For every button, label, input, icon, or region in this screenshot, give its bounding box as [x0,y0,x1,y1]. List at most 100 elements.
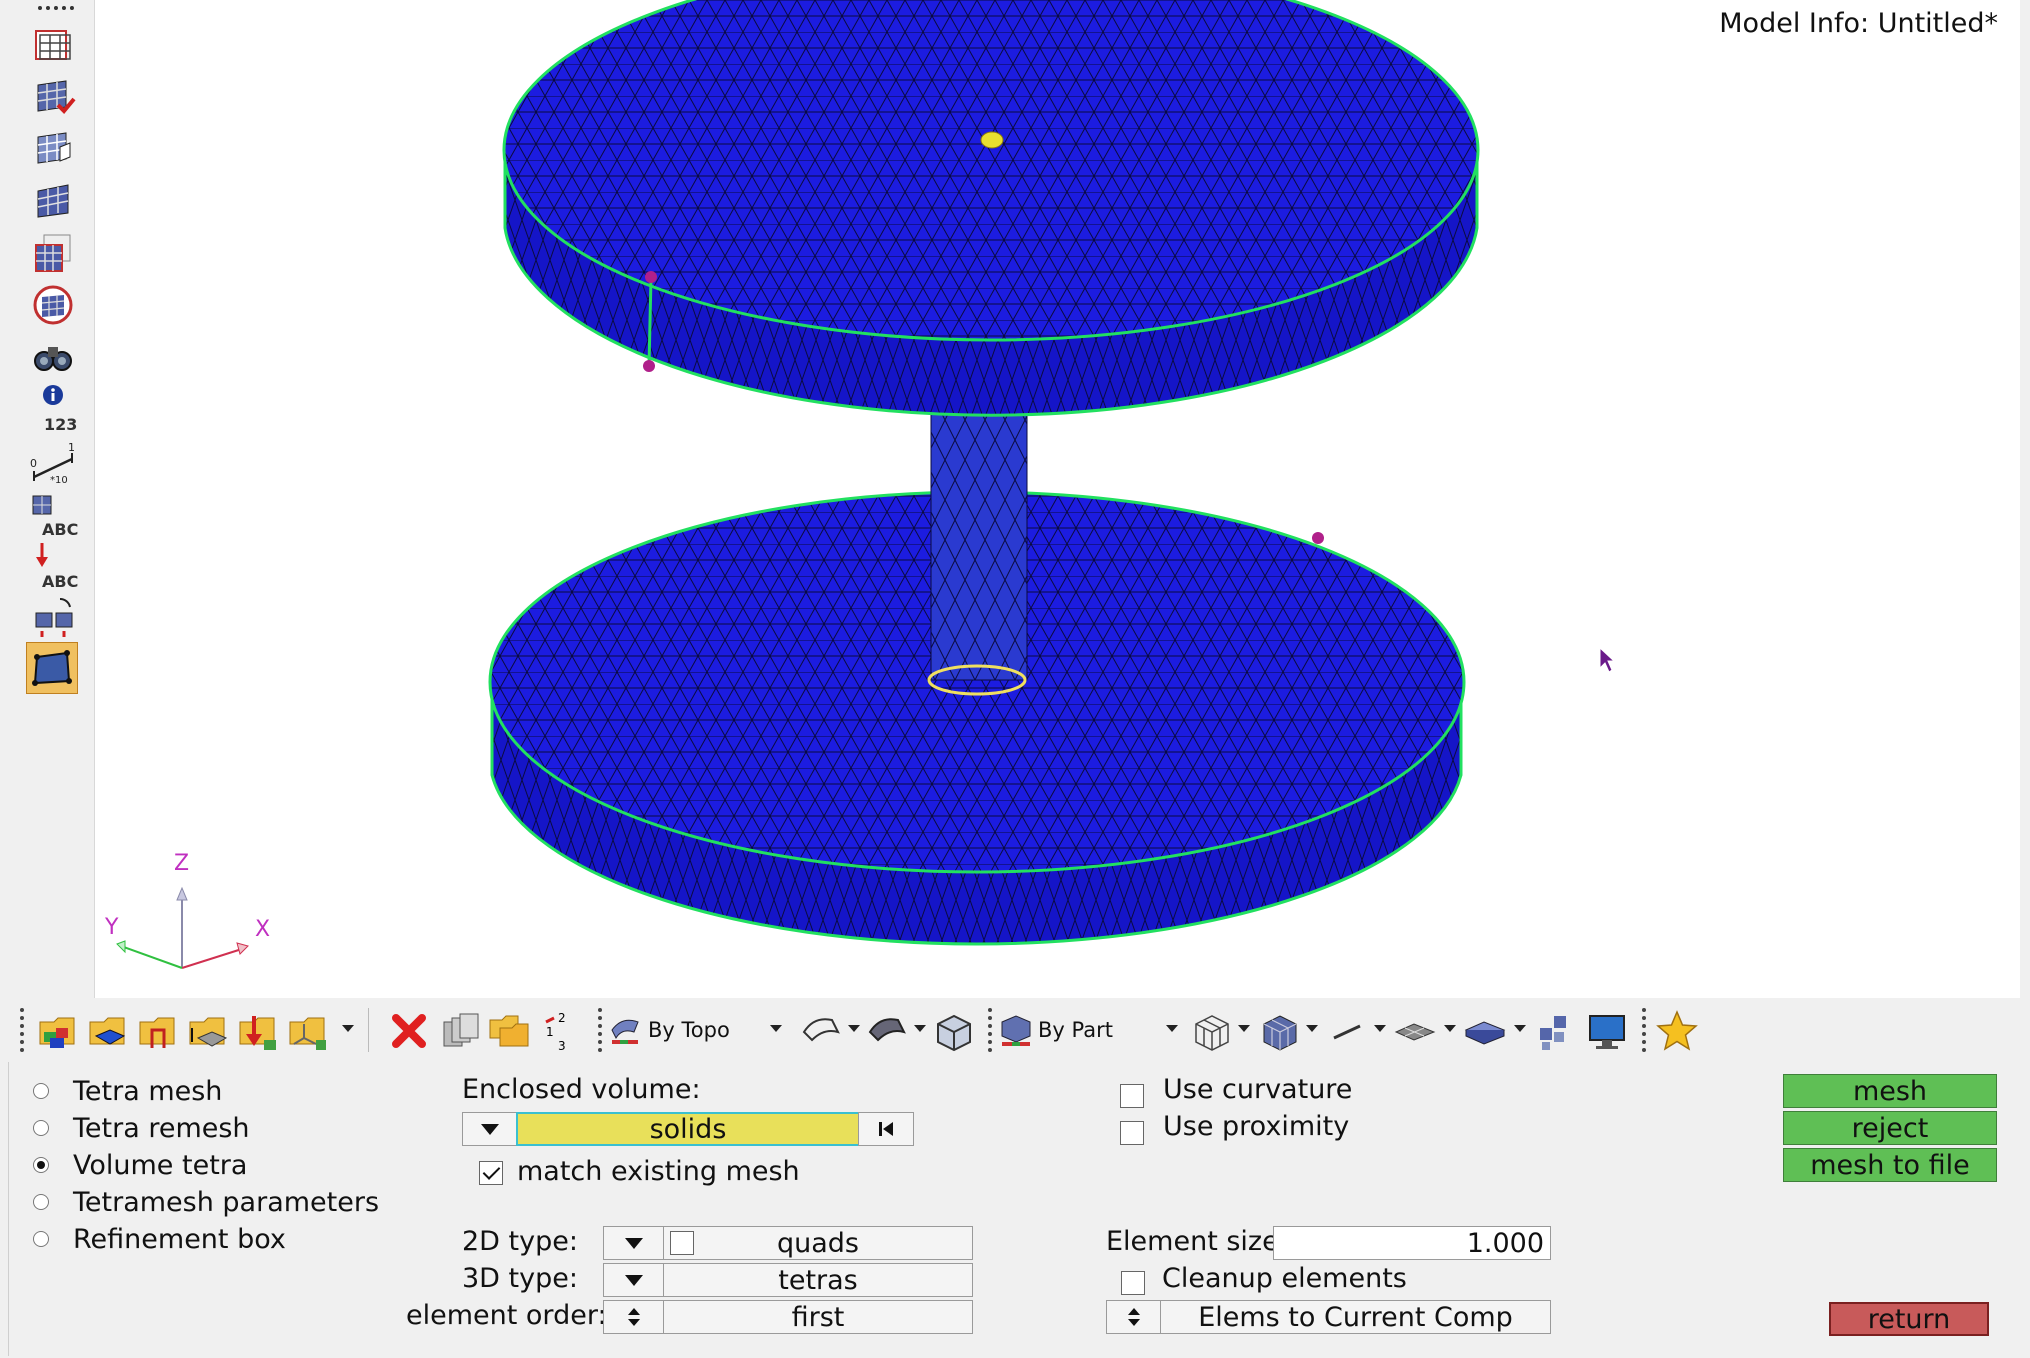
2d-element-icon[interactable] [1392,1008,1438,1054]
reset-selection-button[interactable] [858,1112,914,1146]
graphics-viewport[interactable]: Model Info: Untitled* Z Y X [95,0,2020,998]
systems-dropdown-caret[interactable] [342,1025,354,1032]
renumber-icon[interactable]: 213 [536,1008,582,1054]
toolbar-grip[interactable] [20,1008,24,1052]
1d-element-icon[interactable] [1324,1008,1370,1054]
shaded-dropdown-caret[interactable] [914,1025,926,1032]
axis-triad[interactable]: Z Y X [104,851,270,969]
mesh-edit-icon[interactable] [26,230,80,276]
chevron-down-icon [625,1274,643,1286]
elems-destination-toggle[interactable] [1106,1300,1162,1334]
toolbar-grip[interactable] [38,6,74,16]
abc-label-2[interactable]: ABC [42,572,78,591]
systems-icon[interactable] [284,1008,330,1054]
favorites-star-icon[interactable] [1654,1008,1700,1054]
shaded-elements-icon[interactable] [1256,1008,1302,1054]
entity-type-dropdown[interactable] [462,1112,518,1146]
wireframe-elements-caret[interactable] [1238,1025,1250,1032]
shaded-elements-caret[interactable] [1306,1025,1318,1032]
match-existing-mesh-checkbox[interactable] [479,1161,503,1185]
red-arrow-icon[interactable] [26,540,88,570]
element-color-combo[interactable]: By Part [998,1010,1168,1050]
2d-type-checkbox[interactable] [670,1231,694,1255]
cleanup-elements-checkbox[interactable] [1121,1271,1145,1295]
copy-folders-icon[interactable] [486,1008,532,1054]
shaded-geometry-icon[interactable] [864,1008,910,1054]
mesh-grid-icon[interactable] [26,178,80,224]
toolbar-grip[interactable] [1642,1008,1646,1052]
3d-element-caret[interactable] [1514,1025,1526,1032]
radio-tetra-remesh[interactable]: Tetra remesh [33,1111,250,1145]
toolbar-grip[interactable] [988,1008,992,1052]
top-disk[interactable] [502,0,1480,417]
2d-type-dropdown[interactable] [603,1226,665,1260]
element-size-input[interactable]: 1.000 [1273,1226,1551,1260]
use-proximity-checkbox[interactable] [1120,1121,1144,1145]
radio-indicator-selected[interactable] [33,1157,49,1173]
measure-scale-icon[interactable]: 1 0 *10 [26,440,80,486]
mesh-quality-icon[interactable] [26,126,80,172]
mesh-button[interactable]: mesh [1783,1074,1997,1108]
radio-indicator[interactable] [33,1083,49,1099]
reject-button[interactable]: reject [1783,1111,1997,1145]
radio-indicator[interactable] [33,1231,49,1247]
organize-icon[interactable] [436,1008,482,1054]
radio-tetra-mesh[interactable]: Tetra mesh [33,1074,222,1108]
abc-label-1[interactable]: ABC [42,520,78,539]
wireframe-dropdown-caret[interactable] [848,1025,860,1032]
element-shrink-icon[interactable] [1532,1008,1578,1054]
solids-selector[interactable]: solids [516,1112,860,1146]
mesh-to-file-button[interactable]: mesh to file [1783,1148,1997,1182]
3d-type-value-field[interactable]: tetras [663,1263,973,1297]
binoculars-icon[interactable] [26,334,80,380]
load-collectors-icon[interactable] [134,1008,180,1054]
wireframe-geometry-icon[interactable] [798,1008,844,1054]
reorder-icon[interactable] [26,592,80,638]
mouse-cursor-icon [1599,646,1616,673]
mesh-circle-icon[interactable] [26,282,80,328]
return-button[interactable]: return [1829,1302,1989,1336]
solid-box-icon[interactable] [930,1008,976,1054]
bottom-disk-node[interactable] [1312,532,1324,544]
load-steps-icon[interactable] [234,1008,280,1054]
radio-indicator[interactable] [33,1120,49,1136]
scale-top-text: 1 [68,441,75,454]
elems-destination-field[interactable]: Elems to Current Comp [1160,1300,1551,1334]
2d-element-caret[interactable] [1444,1025,1456,1032]
3d-element-icon[interactable] [1462,1008,1508,1054]
properties-icon[interactable] [184,1008,230,1054]
solids-folder-icon[interactable] [84,1008,130,1054]
top-disk-node-upper[interactable] [645,271,657,283]
display-monitor-icon[interactable] [1584,1008,1630,1054]
3d-type-dropdown[interactable] [603,1263,665,1297]
count-label[interactable]: 123 [44,415,77,434]
top-disk-seam[interactable] [647,277,653,367]
2d-type-value-field[interactable]: quads [663,1226,973,1260]
mesh-check-icon[interactable] [26,74,80,120]
radio-tetramesh-parameters[interactable]: Tetramesh parameters [33,1185,379,1219]
top-disk-center-node[interactable] [980,131,1004,149]
toolbar-grip[interactable] [598,1008,602,1052]
center-column[interactable] [927,399,1028,696]
top-disk-node-lower[interactable] [643,360,655,372]
info-icon[interactable] [26,380,80,410]
radio-volume-tetra[interactable]: Volume tetra [33,1148,247,1182]
use-curvature-checkbox[interactable] [1120,1084,1144,1108]
2d-type-label: 2D type: [462,1226,578,1257]
wireframe-elements-icon[interactable] [1188,1008,1234,1054]
delete-icon[interactable] [386,1008,432,1054]
components-icon[interactable] [34,1008,80,1054]
1d-element-caret[interactable] [1374,1025,1386,1032]
model-view[interactable]: Z Y X [95,0,2020,998]
bottom-toolbar: 213 By Topo By Part [8,998,2020,1062]
by-topo-dropdown-caret[interactable] [770,1025,782,1032]
small-grid-icon[interactable] [26,490,86,520]
geometry-color-combo[interactable]: By Topo [608,1010,788,1050]
by-part-dropdown-caret[interactable] [1166,1025,1178,1032]
mask-panel-icon[interactable] [26,22,80,68]
active-panel-icon[interactable] [26,642,78,694]
radio-refinement-box[interactable]: Refinement box [33,1222,286,1256]
radio-indicator[interactable] [33,1194,49,1210]
element-order-toggle[interactable] [603,1300,665,1334]
element-order-value-field[interactable]: first [663,1300,973,1334]
